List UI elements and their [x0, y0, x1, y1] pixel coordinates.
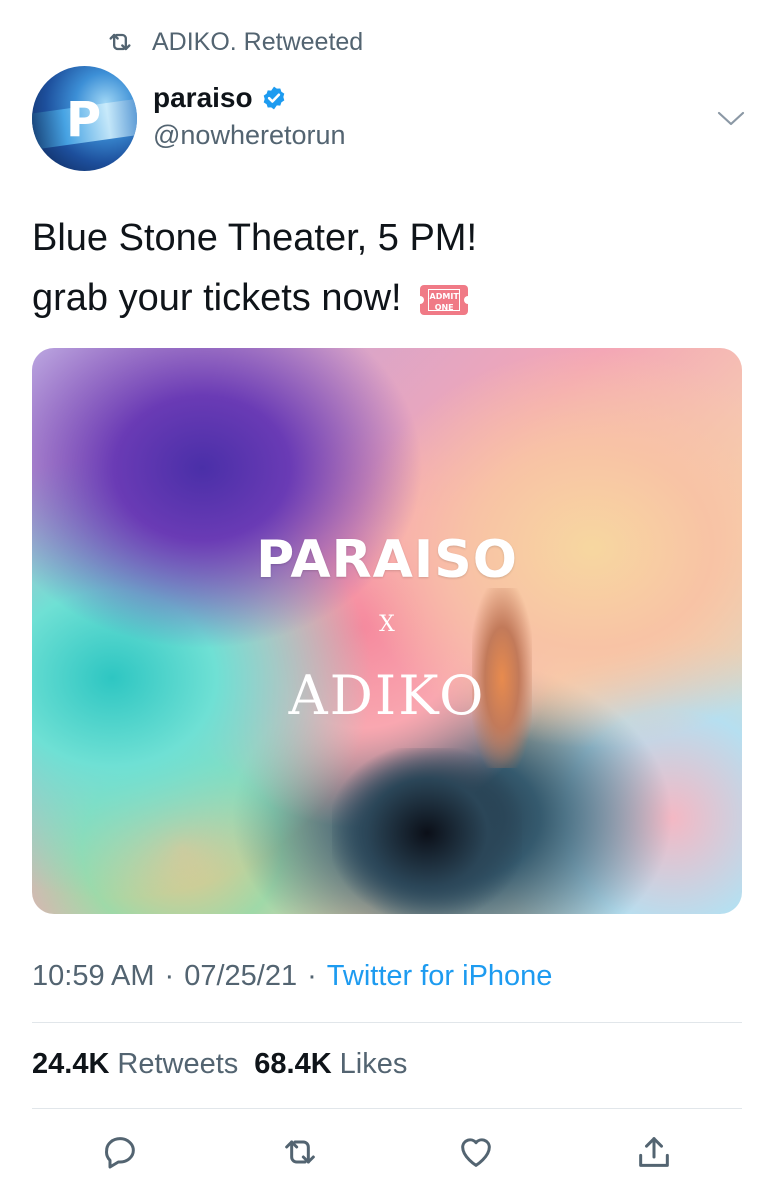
tweet-line-2: grab your tickets now! ADMIT ONE [32, 268, 477, 328]
divider [32, 1022, 742, 1023]
like-button[interactable] [456, 1132, 500, 1176]
display-name[interactable]: paraiso [153, 82, 346, 114]
share-button[interactable] [634, 1132, 678, 1176]
author-block[interactable]: paraiso @nowheretorun [153, 82, 346, 151]
media-title-x: X [379, 612, 395, 637]
user-handle[interactable]: @nowheretorun [153, 120, 346, 151]
tweet-meta: 10:59 AM · 07/25/21 · Twitter for iPhone [32, 960, 552, 993]
tweet-action-bar [0, 1132, 774, 1176]
tweet-source-link[interactable]: Twitter for iPhone [327, 960, 553, 993]
avatar-logo: P [66, 92, 101, 148]
media-title-adiko: ADIKO [288, 664, 486, 727]
likes-count[interactable]: 68.4K [254, 1048, 331, 1081]
divider [32, 1108, 742, 1109]
retweeted-by-text: ADIKO. Retweeted [152, 27, 364, 56]
avatar[interactable]: P [32, 66, 137, 171]
meta-separator: · [307, 960, 317, 992]
verified-badge-icon [263, 86, 284, 110]
tweet-stats: 24.4K Retweets 68.4K Likes [32, 1048, 423, 1081]
like-icon [461, 1138, 491, 1167]
admit-one-ticket-icon: ADMIT ONE [416, 284, 473, 315]
retweet-icon [109, 33, 131, 51]
reply-icon [105, 1137, 135, 1169]
meta-separator: · [164, 960, 175, 992]
media-title-paraiso: PARAISO [256, 530, 518, 590]
retweet-icon [285, 1140, 315, 1164]
tweet-line-1: Blue Stone Theater, 5 PM! [32, 217, 478, 259]
retweets-count[interactable]: 24.4K [32, 1048, 109, 1081]
tweet-text: Blue Stone Theater, 5 PM! grab your tick… [32, 208, 477, 328]
reply-button[interactable] [100, 1132, 144, 1176]
retweeted-banner[interactable]: ADIKO. Retweeted [106, 26, 363, 58]
tweet-media-image[interactable]: PARAISO X ADIKO [32, 348, 742, 914]
display-name-text: paraiso [153, 82, 253, 113]
retweet-button[interactable] [280, 1132, 324, 1176]
likes-label[interactable]: Likes [340, 1048, 408, 1081]
tweet-time[interactable]: 10:59 AM [32, 960, 155, 993]
tweet-line-2-text: grab your tickets now! [32, 277, 402, 319]
chevron-down-icon[interactable] [716, 106, 746, 130]
retweets-label[interactable]: Retweets [117, 1048, 238, 1081]
media-texture [332, 748, 522, 914]
share-icon [639, 1137, 669, 1167]
tweet-date[interactable]: 07/25/21 [184, 960, 297, 993]
